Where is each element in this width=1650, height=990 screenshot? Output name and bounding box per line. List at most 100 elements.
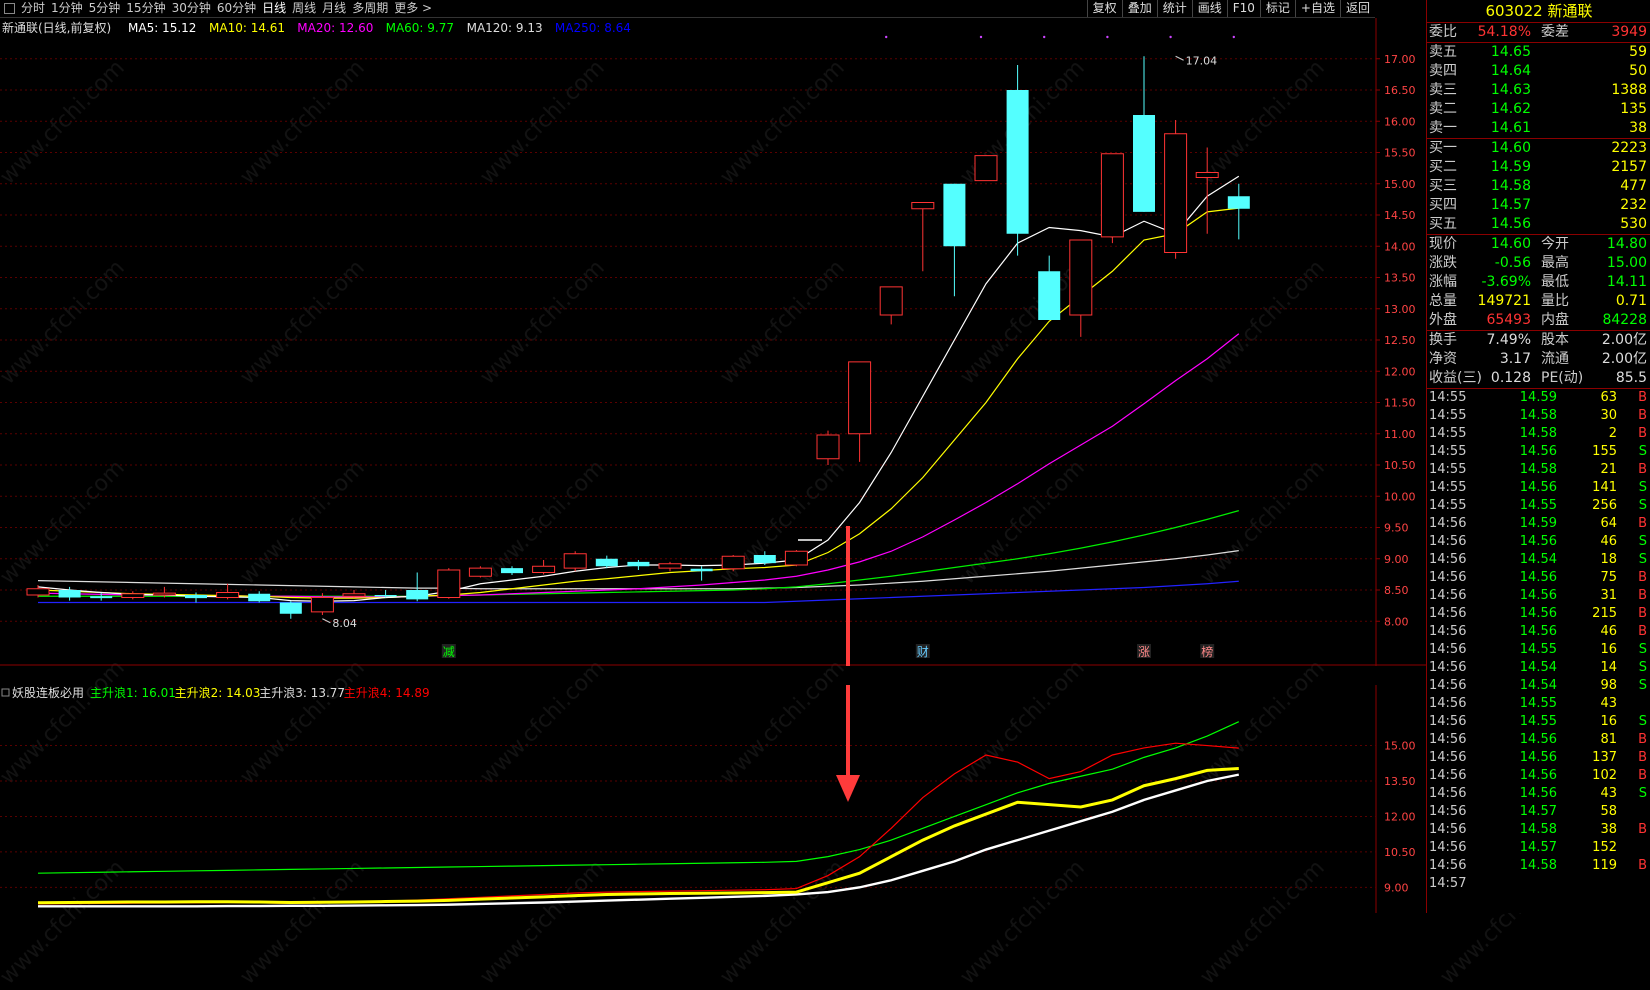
tick-volume: 46 — [1600, 624, 1617, 639]
candle-body-up — [1164, 133, 1188, 253]
tab-6[interactable]: 日线 — [259, 0, 289, 17]
kline-chart[interactable]: 8.00 8.50 9.00 9.50 10.00 10.50 11.00 11.50 12.0… — [0, 18, 1426, 666]
tool-button-5[interactable]: 标记 — [1259, 0, 1295, 17]
y-tick-label: 8.50 — [1384, 584, 1409, 597]
tick-volume: 81 — [1600, 732, 1617, 747]
candle-body-up — [1069, 239, 1093, 316]
order-label: 卖三 — [1429, 82, 1457, 98]
tab-3[interactable]: 15分钟 — [123, 0, 168, 17]
candle-body-up — [816, 434, 840, 460]
tab-9[interactable]: 多周期 — [349, 0, 391, 17]
event-marker: 财 — [917, 645, 929, 659]
event-marker: 减 — [443, 645, 455, 659]
candle-body-up — [563, 553, 587, 569]
order-label: 卖五 — [1429, 44, 1457, 60]
tool-button-4[interactable]: F10 — [1226, 0, 1260, 17]
candle-12 — [406, 572, 429, 602]
stat2-row: 收益(三) 0.128 PE(动) 85.5 — [1427, 369, 1650, 388]
candle-body-down — [690, 568, 713, 572]
order-volume: 1388 — [1611, 82, 1647, 98]
buy-row: 买一 14.60 2223 — [1427, 139, 1650, 158]
order-price: 14.59 — [1490, 159, 1531, 175]
tool-button-0[interactable]: 复权 — [1086, 0, 1122, 17]
order-label: 卖二 — [1429, 101, 1457, 117]
tool-button-3[interactable]: 画线 — [1191, 0, 1227, 17]
tab-8[interactable]: 月线 — [319, 0, 349, 17]
y-tick-label: 12.50 — [1384, 334, 1416, 347]
indicator-chart[interactable]: 9.00 10.50 12.00 13.50 15.00 妖股连板必用 主升浪1: 16.0… — [0, 685, 1426, 913]
tick-volume: 102 — [1592, 768, 1617, 783]
tick-side: S — [1638, 444, 1647, 459]
y-tick-label: 17.00 — [1384, 53, 1416, 66]
tool-button-6[interactable]: +自选 — [1294, 0, 1340, 17]
tab-5[interactable]: 60分钟 — [214, 0, 259, 17]
quote-stats-2: 换手 7.49% 股本 2.00亿 净资 3.17 流通 2.00亿 收益(三) 0.128 PE(… — [1427, 330, 1650, 388]
tick-side: S — [1638, 534, 1647, 549]
tick-row: 14:55 14.59 63 B — [1427, 389, 1650, 407]
panel-toggle-icon[interactable] — [4, 3, 15, 14]
tool-button-1[interactable]: 叠加 — [1121, 0, 1157, 17]
stat-label-2: 今开 — [1541, 236, 1569, 252]
ma60-line — [38, 510, 1239, 597]
tick-price: 14.55 — [1519, 498, 1557, 513]
candle-27 — [879, 286, 903, 325]
y-tick-label: 9.00 — [1384, 553, 1409, 566]
tick-price: 14.58 — [1519, 426, 1557, 441]
candle-18 — [595, 555, 618, 569]
buy-row: 买二 14.59 2157 — [1427, 158, 1650, 177]
tab-1[interactable]: 1分钟 — [48, 0, 86, 17]
order-label: 买一 — [1429, 140, 1457, 156]
candle-body-down — [1006, 90, 1029, 234]
tab-7[interactable]: 周线 — [289, 0, 319, 17]
tick-volume: 14 — [1600, 660, 1617, 675]
tab-4[interactable]: 30分钟 — [169, 0, 214, 17]
tool-button-2[interactable]: 统计 — [1156, 0, 1192, 17]
order-volume: 477 — [1620, 178, 1647, 194]
tick-volume: 16 — [1600, 642, 1617, 657]
candle-body-up — [532, 565, 556, 573]
stat2-value: 3.17 — [1499, 351, 1531, 367]
candle-body-down — [248, 593, 271, 602]
tick-row: 14:56 14.56 215 B — [1427, 605, 1650, 623]
candle-30 — [974, 155, 998, 182]
order-volume: 2157 — [1611, 159, 1647, 175]
sell-row: 卖四 14.64 50 — [1427, 62, 1650, 81]
sub-y-tick-label: 12.00 — [1384, 810, 1416, 823]
stat-label-2: 最高 — [1541, 255, 1569, 271]
stat-row: 现价 14.60 今开 14.80 — [1427, 235, 1650, 254]
candle-32 — [1038, 255, 1061, 320]
candle-body-up — [879, 286, 903, 316]
candle-17 — [563, 551, 587, 572]
tick-price: 14.56 — [1519, 750, 1557, 765]
tick-row: 14:55 14.58 2 B — [1427, 425, 1650, 443]
order-price: 14.56 — [1490, 216, 1531, 232]
tick-price: 14.56 — [1519, 606, 1557, 621]
tick-time: 14:56 — [1429, 534, 1467, 549]
tab-10[interactable]: 更多 > — [391, 0, 435, 17]
tab-2[interactable]: 5分钟 — [86, 0, 124, 17]
tick-price: 14.55 — [1519, 714, 1557, 729]
tick-volume: 38 — [1600, 822, 1617, 837]
y-tick-label: 13.50 — [1384, 272, 1416, 285]
sub-y-tick-label: 10.50 — [1384, 846, 1416, 859]
candle-13 — [437, 568, 461, 599]
candle-0 — [26, 585, 50, 598]
signal-dot — [1106, 35, 1109, 39]
stat-value-2: 15.00 — [1606, 255, 1647, 271]
y-tick-label: 11.50 — [1384, 397, 1416, 410]
candle-15 — [501, 566, 523, 575]
order-price: 14.62 — [1490, 101, 1531, 117]
tick-side: B — [1638, 516, 1647, 531]
candle-29 — [943, 183, 966, 297]
candle-body-down — [627, 561, 650, 567]
tick-side: B — [1638, 588, 1647, 603]
signal-dot — [1232, 35, 1236, 39]
y-tick-label: 16.00 — [1384, 115, 1416, 128]
tab-0[interactable]: 分时 — [18, 0, 48, 17]
tick-volume: 31 — [1600, 588, 1617, 603]
candle-body-up — [784, 550, 808, 566]
tick-volume: 21 — [1600, 462, 1617, 477]
tick-side: B — [1638, 624, 1647, 639]
tool-button-7[interactable]: 返回 — [1339, 0, 1375, 17]
candle-body-down — [943, 183, 966, 247]
